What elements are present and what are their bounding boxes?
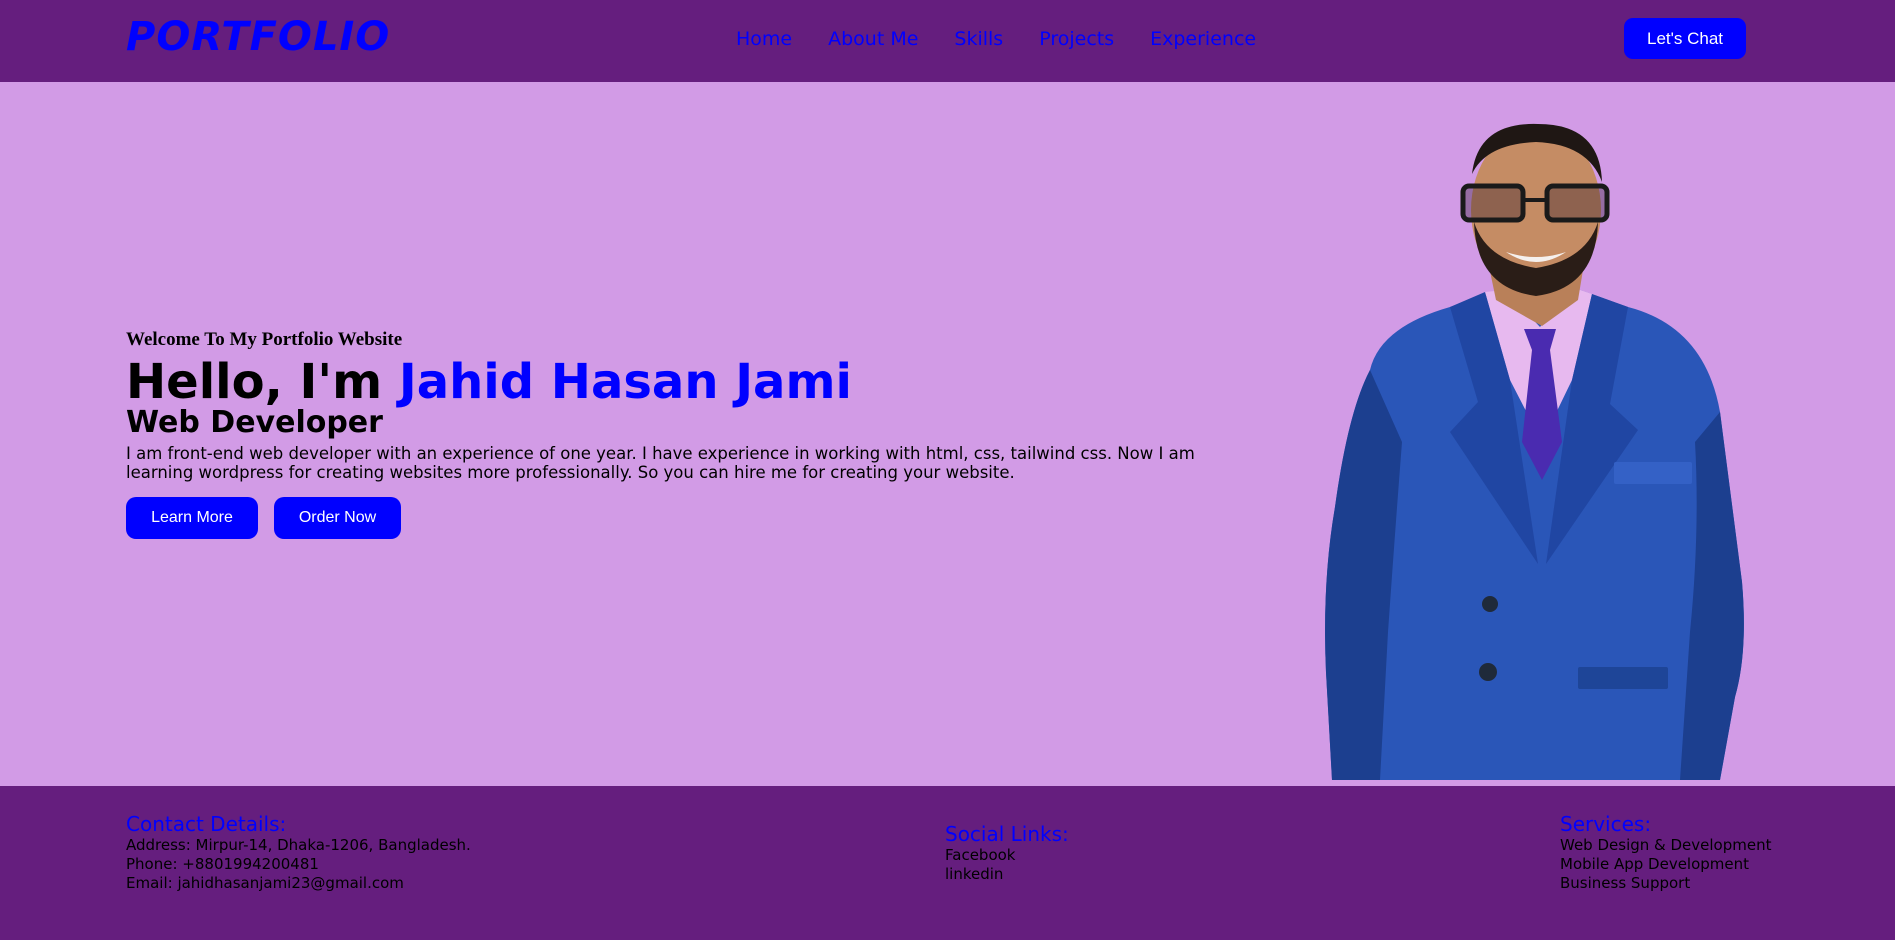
order-now-button[interactable]: Order Now [274,497,401,539]
service-item: Mobile App Development [1560,855,1750,873]
logo[interactable]: PORTFOLIO [126,14,390,60]
linkedin-link[interactable]: linkedin [945,865,1069,884]
contact-phone: Phone: +8801994200481 [126,855,319,873]
service-item: Web Design & Development [1560,836,1772,854]
services: Services: Web Design & Development Mobil… [1560,812,1771,893]
contact-details: Contact Details: Address: Mirpur-14, Dha… [126,812,471,893]
nav-link-skills[interactable]: Skills [954,28,1003,50]
nav-link-about-me[interactable]: About Me [828,28,918,50]
navbar: PORTFOLIO Home About Me Skills Projects … [0,0,1895,82]
nav-link-projects[interactable]: Projects [1039,28,1114,50]
hero-heading: Hello, I'm Jahid Hasan Jami [126,354,852,410]
welcome-text: Welcome To My Portfolio Website [126,329,403,350]
contact-address: Address: Mirpur-14, Dhaka-1206, Banglade… [126,836,471,854]
footer: Contact Details: Address: Mirpur-14, Dha… [0,786,1895,940]
learn-more-button[interactable]: Learn More [126,497,258,539]
nav-links: Home About Me Skills Projects Experience [736,28,1292,50]
profile-photo [1325,123,1744,780]
nav-link-experience[interactable]: Experience [1150,28,1256,50]
lets-chat-button[interactable]: Let's Chat [1624,18,1746,59]
facebook-link[interactable]: Facebook [945,846,1069,865]
service-item: Business Support [1560,874,1691,892]
social-links: Social Links: Facebook linkedin [945,822,1069,884]
services-title: Services: [1560,812,1652,836]
hero-name: Jahid Hasan Jami [398,354,852,410]
social-title: Social Links: [945,822,1069,846]
hero-section: Welcome To My Portfolio Website Hello, I… [0,82,1895,786]
nav-link-home[interactable]: Home [736,28,792,50]
contact-title: Contact Details: [126,812,287,836]
bio-text: I am front-end web developer with an exp… [126,444,1195,482]
hello-prefix: Hello, I'm [126,354,399,410]
contact-email: Email: jahidhasanjami23@gmail.com [126,874,404,892]
role-title: Web Developer [126,405,383,440]
